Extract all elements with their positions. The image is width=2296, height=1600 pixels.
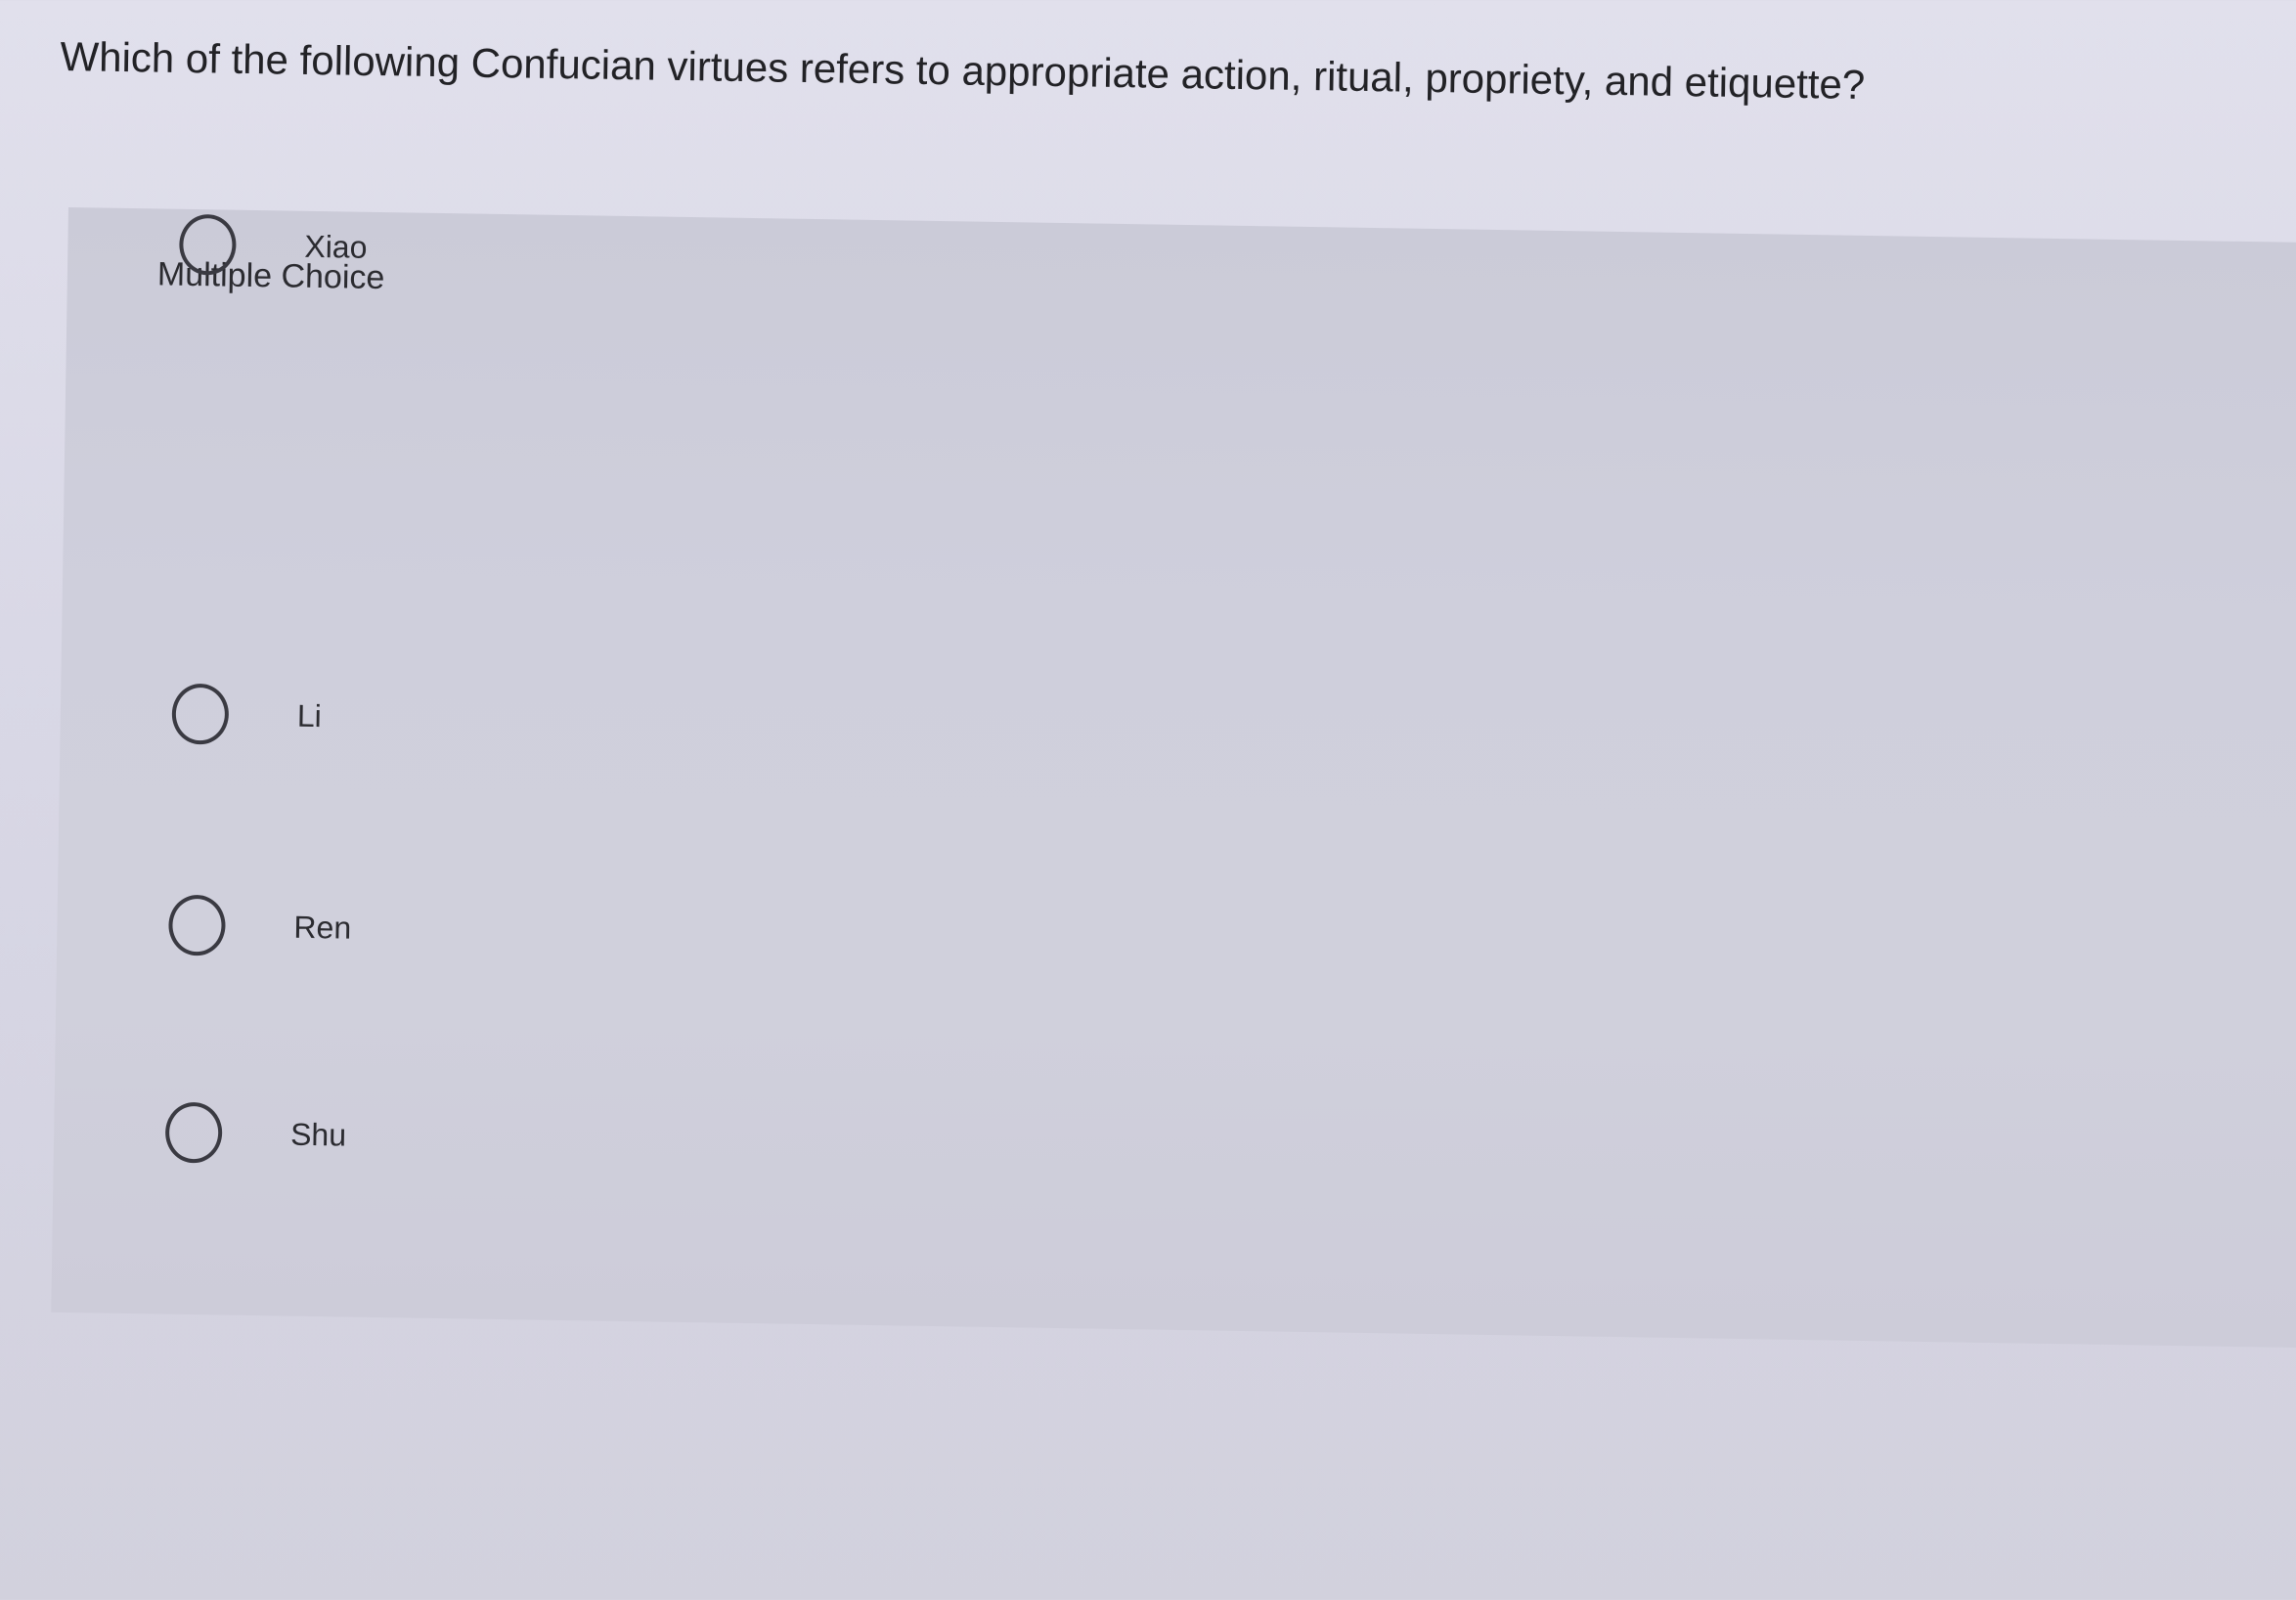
radio-button-icon[interactable] [171, 683, 230, 745]
answer-option-xiao[interactable]: Xiao [178, 209, 368, 283]
radio-button-icon[interactable] [164, 1101, 223, 1164]
answer-option-ren[interactable]: Ren [168, 890, 352, 963]
answer-option-shu[interactable]: Shu [164, 1097, 347, 1171]
answer-option-label[interactable]: Xiao [304, 228, 368, 265]
answer-option-label[interactable]: Li [297, 697, 322, 733]
answer-option-label[interactable]: Shu [290, 1116, 346, 1153]
answer-option-label[interactable]: Ren [293, 909, 351, 946]
radio-button-icon[interactable] [178, 213, 237, 276]
multiple-choice-panel: Multiple Choice Li Ren Shu Xiao [51, 207, 2296, 1348]
question-text: Which of the following Confucian virtues… [60, 32, 1866, 108]
answer-option-li[interactable]: Li [171, 679, 322, 751]
radio-button-icon[interactable] [168, 894, 226, 956]
